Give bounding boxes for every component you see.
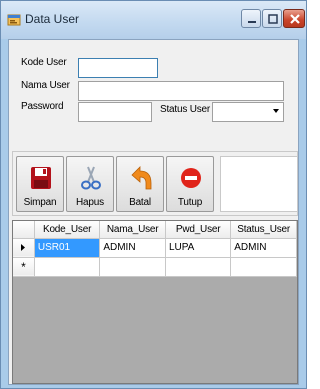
chevron-down-icon: [273, 109, 279, 113]
nama-user-label: Nama User: [21, 80, 70, 91]
scissors-icon: [81, 166, 101, 190]
new-row-marker: *: [13, 257, 35, 277]
status-user-label: Status User: [160, 104, 211, 115]
new-cell-kode-user[interactable]: [34, 257, 101, 277]
tutup-button[interactable]: Tutup: [166, 156, 214, 212]
user-data-grid[interactable]: Kode_User Nama_User Pwd_User Status_User: [12, 220, 298, 384]
table-row[interactable]: USR01 ADMIN LUPA ADMIN: [13, 238, 297, 258]
data-user-window: Data User Kode User Nama User Password S…: [0, 0, 307, 389]
stop-icon: [181, 168, 201, 188]
row-header[interactable]: [13, 238, 35, 258]
batal-button[interactable]: Batal: [116, 156, 164, 212]
status-user-select[interactable]: [212, 102, 284, 122]
floppy-disk-icon: [31, 167, 51, 189]
close-button[interactable]: [283, 9, 305, 28]
new-row[interactable]: *: [13, 257, 297, 277]
tutup-label: Tutup: [177, 197, 203, 208]
title-bar[interactable]: Data User: [1, 1, 306, 39]
window-title: Data User: [25, 12, 80, 26]
form-icon: [7, 14, 21, 26]
kode-user-input[interactable]: [78, 58, 158, 78]
nama-user-input[interactable]: [78, 81, 284, 101]
column-header-nama-user[interactable]: Nama_User: [99, 221, 166, 239]
hapus-label: Hapus: [76, 197, 104, 208]
minimize-button[interactable]: [241, 9, 261, 28]
grid-table: Kode_User Nama_User Pwd_User Status_User: [13, 221, 297, 277]
batal-label: Batal: [129, 197, 151, 208]
cell-status-user[interactable]: ADMIN: [230, 238, 297, 258]
new-cell-status-user[interactable]: [230, 257, 297, 277]
minimize-icon: [248, 21, 256, 23]
new-cell-pwd-user[interactable]: [165, 257, 232, 277]
maximize-icon: [268, 14, 278, 24]
kode-user-label: Kode User: [21, 57, 67, 68]
cell-kode-user[interactable]: USR01: [34, 238, 101, 258]
grid-header-row: Kode_User Nama_User Pwd_User Status_User: [13, 221, 297, 239]
new-cell-nama-user[interactable]: [99, 257, 166, 277]
hapus-button[interactable]: Hapus: [66, 156, 114, 212]
maximize-button[interactable]: [262, 9, 282, 28]
cell-pwd-user[interactable]: LUPA: [165, 238, 232, 258]
simpan-label: Simpan: [23, 197, 57, 208]
column-header-kode-user[interactable]: Kode_User: [34, 221, 101, 239]
grid-corner: [13, 221, 35, 239]
column-header-pwd-user[interactable]: Pwd_User: [165, 221, 232, 239]
toolbar-panel: Simpan Hapus Batal Tutup: [12, 151, 298, 216]
form-client-area: Kode User Nama User Password Status User…: [8, 39, 299, 385]
cell-nama-user[interactable]: ADMIN: [99, 238, 166, 258]
password-input[interactable]: [78, 102, 152, 122]
password-label: Password: [21, 101, 64, 112]
undo-arrow-icon: [131, 166, 152, 190]
blank-panel: [220, 156, 298, 212]
simpan-button[interactable]: Simpan: [16, 156, 64, 212]
column-header-status-user[interactable]: Status_User: [230, 221, 297, 239]
current-row-icon: [21, 243, 26, 251]
close-icon: [290, 14, 300, 24]
